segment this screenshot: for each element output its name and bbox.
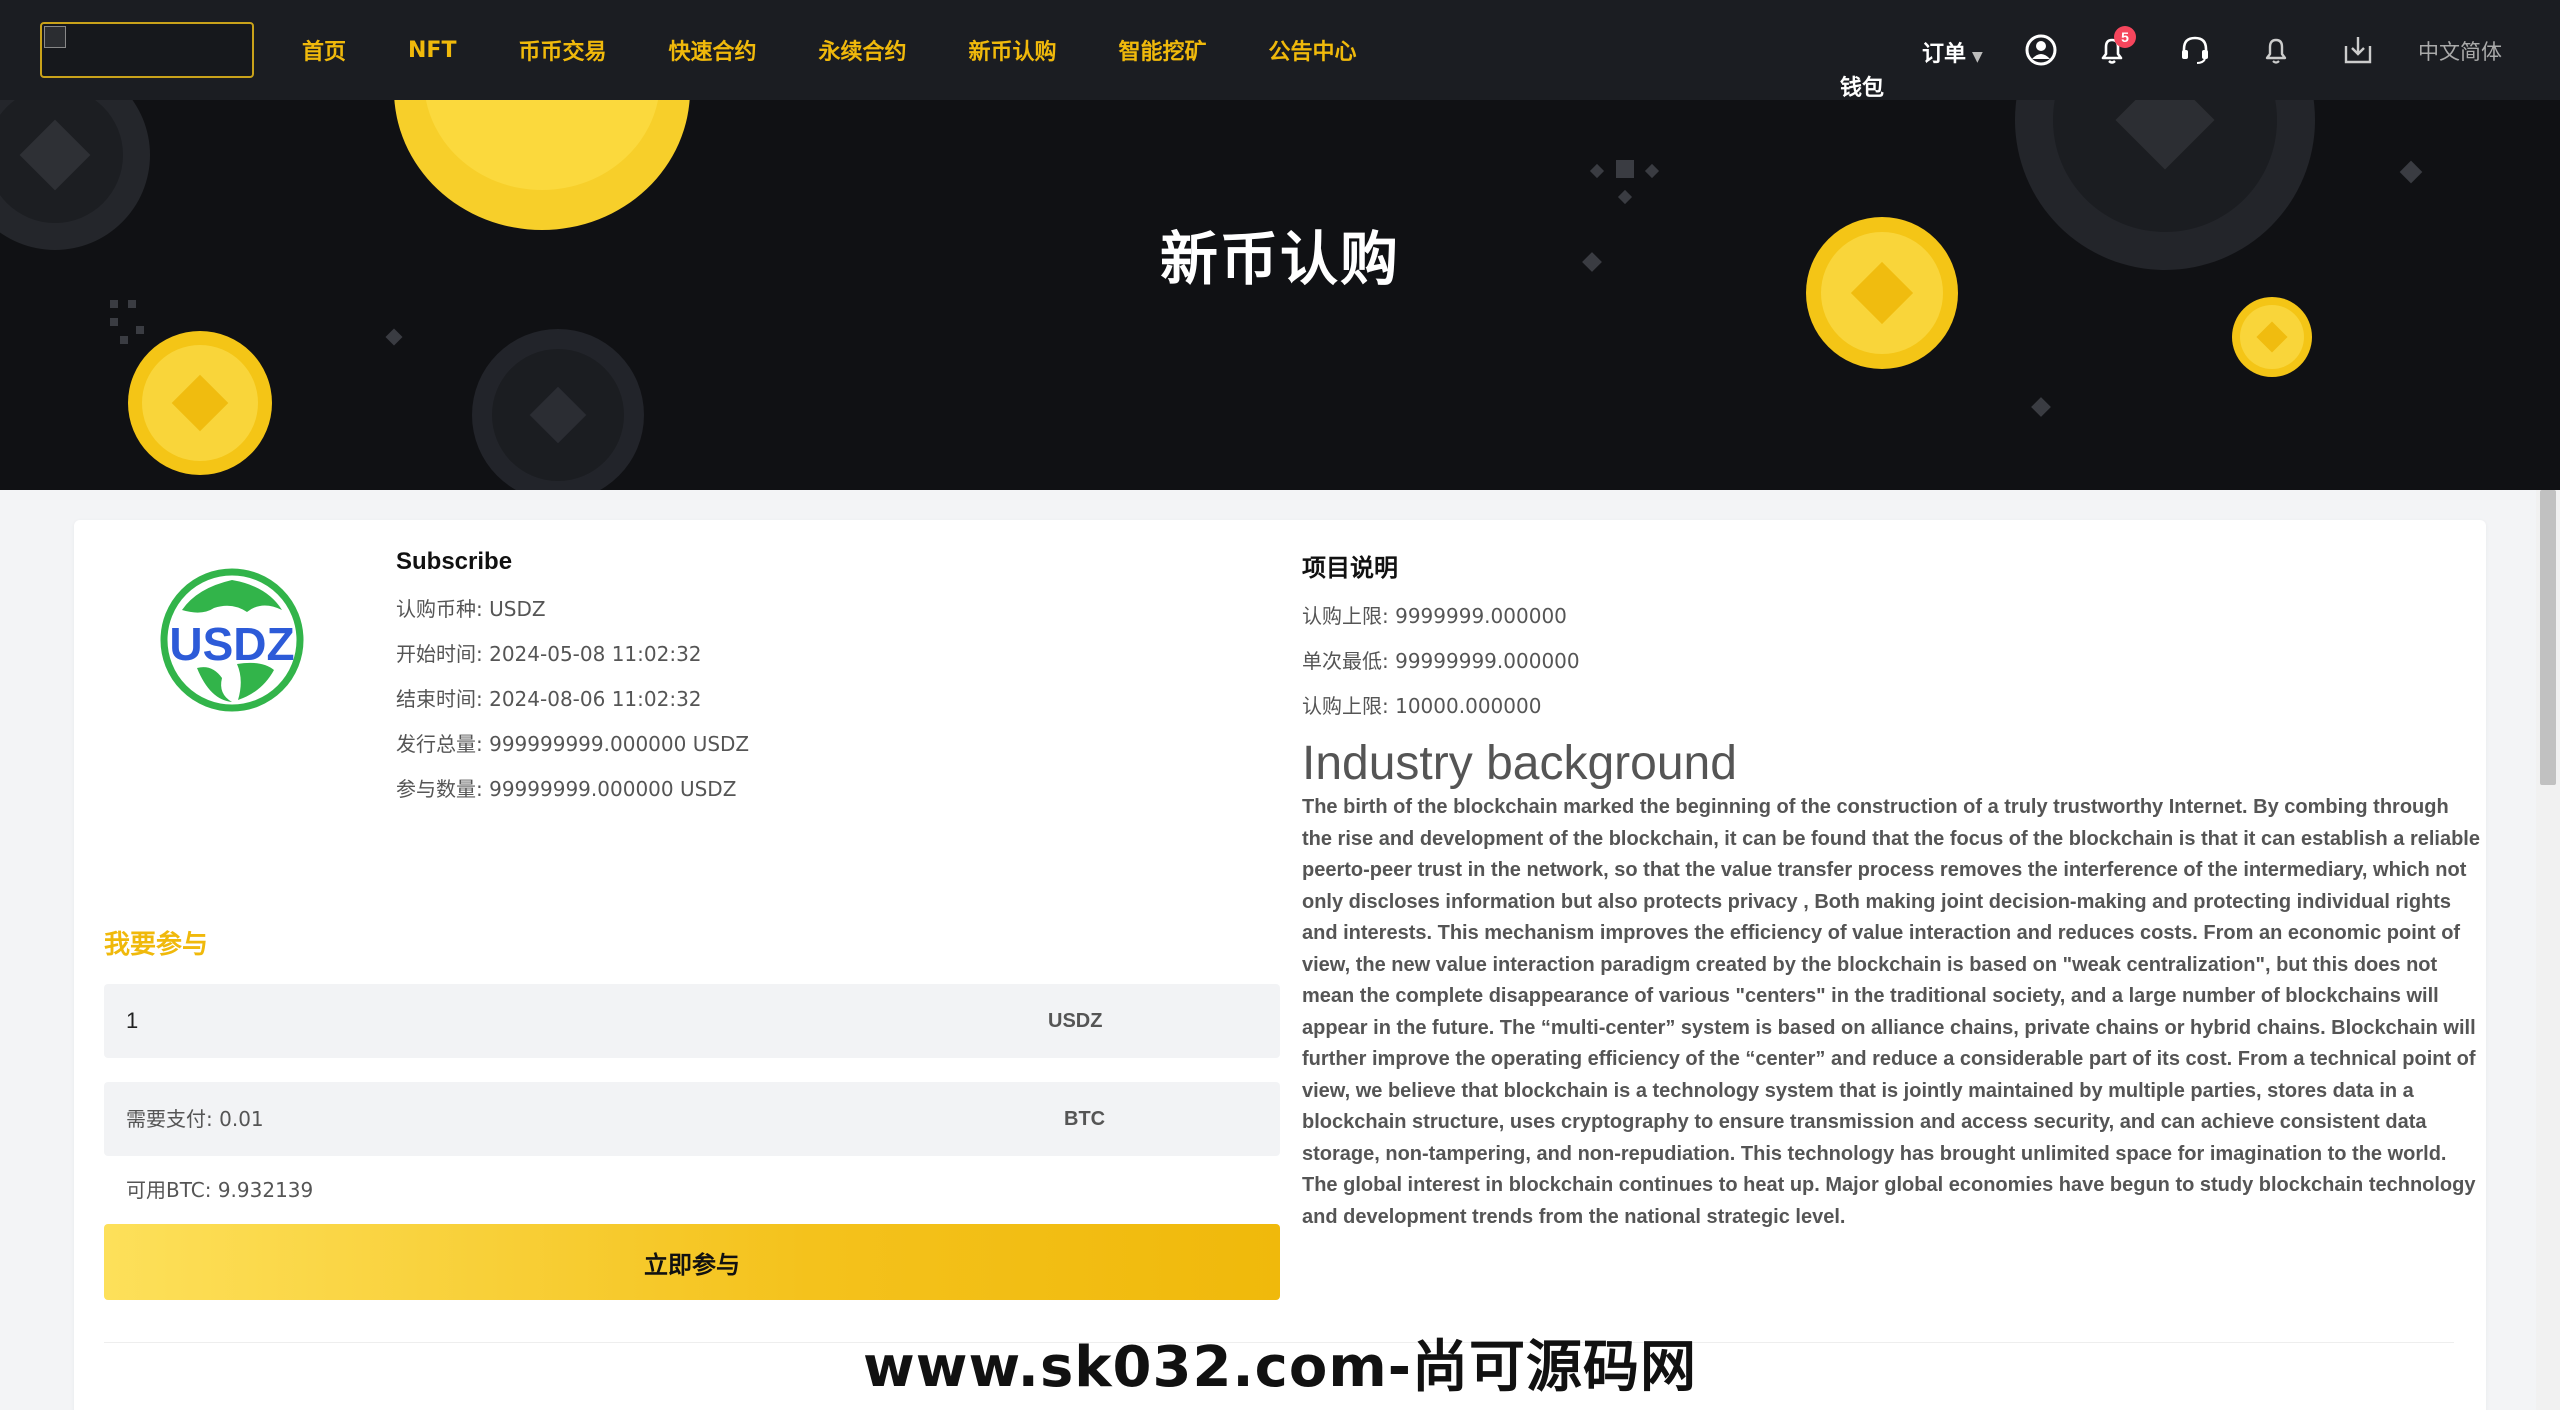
user-icon[interactable]: [2023, 32, 2059, 68]
hero-banner: 新币认购: [0, 100, 2560, 490]
info-label: 发行总量:: [396, 732, 483, 756]
download-icon[interactable]: [2340, 32, 2376, 68]
nav-home[interactable]: 首页: [302, 34, 346, 66]
subscription-card: USDZ Subscribe 认购币种: USDZ 开始时间: 2024-05-…: [74, 520, 2486, 1410]
subscribe-title: Subscribe: [396, 548, 513, 575]
page-title: 新币认购: [1159, 225, 1400, 293]
info-label: 认购币种:: [396, 597, 483, 621]
nav-orders[interactable]: 订单 ▼: [1922, 36, 1983, 68]
language-selector[interactable]: 中文简体: [2418, 36, 2502, 66]
info-value: 99999999.000000 USDZ: [489, 777, 737, 801]
payment-value: 0.01: [219, 1107, 264, 1131]
project-label: 单次最低:: [1302, 649, 1389, 673]
nav-smart-mining[interactable]: 智能挖矿: [1119, 34, 1207, 66]
info-row-currency: 认购币种: USDZ: [396, 594, 749, 639]
usdz-coin-logo: USDZ: [152, 560, 312, 720]
project-row-max: 认购上限: 10000.000000: [1302, 691, 2482, 736]
info-row-participation: 参与数量: 99999999.000000 USDZ: [396, 774, 749, 819]
info-row-total-supply: 发行总量: 999999999.000000 USDZ: [396, 729, 749, 774]
bell-outline-icon[interactable]: [2258, 32, 2294, 68]
nav-announcements[interactable]: 公告中心: [1269, 34, 1357, 66]
project-row-min: 单次最低: 99999999.000000: [1302, 646, 2482, 691]
subscribe-info: Subscribe 认购币种: USDZ 开始时间: 2024-05-08 11…: [396, 548, 749, 819]
amount-input[interactable]: [126, 984, 1026, 1058]
site-logo[interactable]: [40, 22, 254, 78]
join-section-title: 我要参与: [104, 930, 209, 960]
payment-label: 需要支付:: [126, 1107, 213, 1131]
nav-spot-trading[interactable]: 币币交易: [518, 34, 606, 66]
scrollbar-thumb[interactable]: [2540, 490, 2556, 785]
info-value: 2024-08-06 11:02:32: [489, 687, 702, 711]
coin-logo-text: USDZ: [169, 618, 294, 670]
project-value: 9999999.000000: [1395, 604, 1567, 628]
project-description: 项目说明 认购上限: 9999999.000000 单次最低: 99999999…: [1302, 548, 2482, 1233]
info-label: 开始时间:: [396, 642, 483, 666]
broken-image-icon: [44, 26, 66, 48]
project-value: 10000.000000: [1395, 694, 1542, 718]
page-scrollbar[interactable]: [2536, 490, 2560, 1410]
notification-bell-icon[interactable]: 5: [2094, 26, 2136, 68]
project-label: 认购上限:: [1302, 694, 1389, 718]
project-row-limit: 认购上限: 9999999.000000: [1302, 601, 2482, 646]
available-balance: 可用BTC: 9.932139: [126, 1174, 313, 1203]
info-label: 结束时间:: [396, 687, 483, 711]
nav-perpetual-contract[interactable]: 永续合约: [819, 34, 907, 66]
nav-new-coin-subscription[interactable]: 新币认购: [969, 34, 1057, 66]
top-navbar: 首页 NFT 币币交易 快速合约 永续合约 新币认购 智能挖矿 公告中心 钱包 …: [0, 0, 2560, 101]
payment-unit: BTC: [1064, 1108, 1106, 1130]
amount-unit: USDZ: [1048, 1010, 1103, 1032]
payment-field: 需要支付: 0.01 BTC: [104, 1082, 1280, 1156]
info-value: 2024-05-08 11:02:32: [489, 642, 702, 666]
nav-orders-label: 订单: [1922, 42, 1967, 67]
payment-amount: 需要支付: 0.01: [126, 1082, 264, 1156]
info-value: USDZ: [489, 597, 546, 621]
join-now-button[interactable]: 立即参与: [104, 1224, 1280, 1300]
nav-nft[interactable]: NFT: [408, 38, 456, 63]
info-row-end-time: 结束时间: 2024-08-06 11:02:32: [396, 684, 749, 729]
available-value: 9.932139: [217, 1178, 314, 1202]
amount-field: USDZ: [104, 984, 1280, 1058]
headset-icon[interactable]: [2177, 32, 2213, 68]
project-label: 认购上限:: [1302, 604, 1389, 628]
main-nav: 首页 NFT 币币交易 快速合约 永续合约 新币认购 智能挖矿 公告中心: [302, 0, 1419, 100]
watermark-text: www.sk032.com-尚可源码网: [863, 1335, 1697, 1400]
project-title: 项目说明: [1302, 554, 1398, 582]
nav-quick-contract[interactable]: 快速合约: [668, 34, 756, 66]
chevron-down-icon: ▼: [1972, 49, 1983, 65]
available-label: 可用BTC:: [126, 1178, 212, 1202]
notification-count-badge: 5: [2114, 26, 2136, 48]
project-value: 99999999.000000: [1395, 649, 1580, 673]
industry-background-text: The birth of the blockchain marked the b…: [1302, 796, 2480, 1228]
info-row-start-time: 开始时间: 2024-05-08 11:02:32: [396, 639, 749, 684]
info-value: 999999999.000000 USDZ: [489, 732, 750, 756]
info-label: 参与数量:: [396, 777, 483, 801]
industry-background-heading: Industry background: [1302, 737, 1737, 790]
